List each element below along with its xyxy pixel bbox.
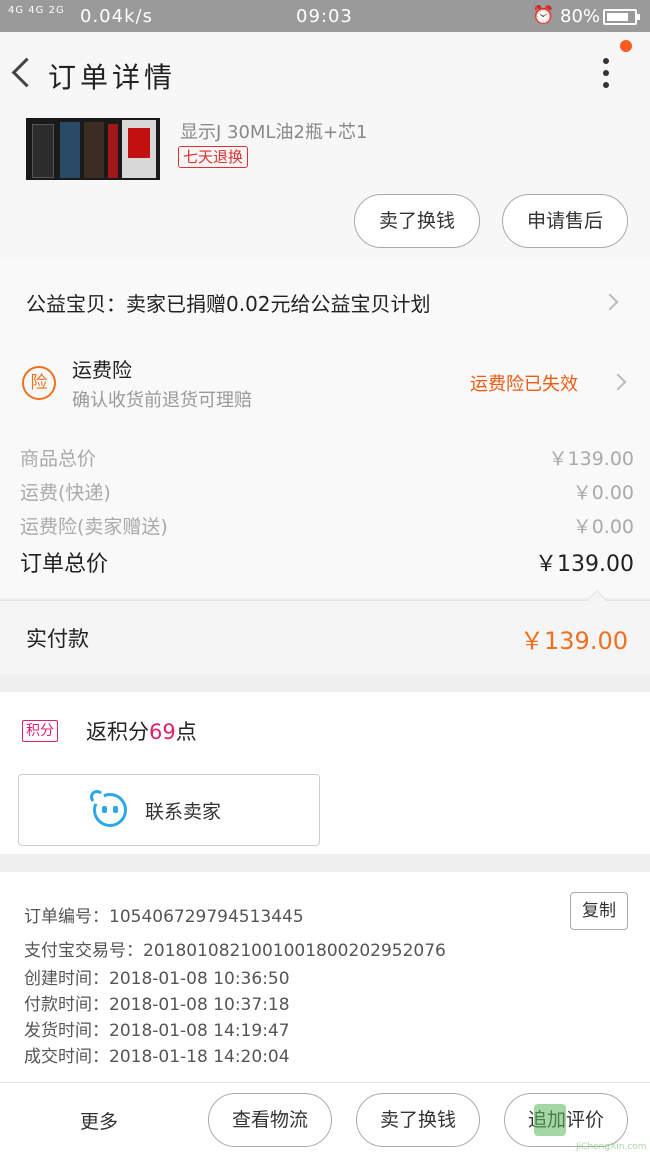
status-bar: 4G 4G 2G 0.04k/s 09:03 ⏰ 80% [0, 0, 650, 32]
points-text: 返积分69点 [86, 716, 197, 746]
return-policy-badge: 七天退换 [178, 146, 249, 168]
page-title: 订单详情 [48, 61, 177, 94]
paid-label: 实付款 [26, 627, 89, 651]
battery-icon [603, 9, 640, 25]
network-speed: 0.04k/s [80, 6, 153, 27]
more-button[interactable]: 更多 [80, 1107, 118, 1134]
chevron-right-icon[interactable] [609, 373, 627, 391]
paid-amount-section: 实付款 ￥139.00 [0, 590, 650, 674]
additional-review-button[interactable]: 追加评价 [504, 1093, 628, 1147]
copy-button[interactable]: 复制 [570, 892, 628, 930]
battery-percent: 80% [560, 6, 601, 27]
apply-after-sale-button[interactable]: 申请售后 [502, 194, 628, 248]
contact-seller-label: 联系卖家 [145, 801, 222, 823]
product-name[interactable]: 显示J 30ML油2瓶+芯1 [180, 118, 367, 144]
completed-time: 成交时间：2018-01-18 14:20:04 [24, 1047, 290, 1067]
price-label: 运费险(卖家赠送) [20, 516, 168, 538]
price-label: 商品总价 [20, 448, 97, 470]
price-value: ￥0.00 [572, 482, 634, 504]
product-section: 显示J 30ML油2瓶+芯1 七天退换 卖了换钱 申请售后 [0, 110, 650, 258]
order-total-value: ￥139.00 [535, 552, 634, 577]
notification-dot [620, 40, 632, 52]
created-time: 创建时间：2018-01-08 10:36:50 [24, 969, 290, 989]
alipay-trade-number: 支付宝交易号：2018010821001001800202952076 [24, 941, 446, 961]
sell-for-cash-button[interactable]: 卖了换钱 [356, 1093, 480, 1147]
paid-time: 付款时间：2018-01-08 10:37:18 [24, 995, 290, 1015]
points-contact-section: 积分 返积分69点 联系卖家 [0, 692, 650, 854]
view-logistics-button[interactable]: 查看物流 [208, 1093, 332, 1147]
battery-fill [607, 13, 628, 21]
app-header: 订单详情 [0, 32, 650, 120]
back-icon[interactable] [8, 54, 38, 94]
bottom-action-bar: 更多 查看物流 卖了换钱 追加评价 [0, 1082, 650, 1155]
clock: 09:03 [296, 6, 353, 27]
order-summary-section: 公益宝贝：卖家已捐赠0.02元给公益宝贝计划 险 运费险 确认收货前退货可理赔 … [0, 258, 650, 598]
insurance-icon: 险 [22, 366, 56, 400]
chevron-right-icon[interactable] [601, 293, 619, 311]
insurance-title: 运费险 [72, 358, 132, 382]
alarm-icon: ⏰ [532, 5, 555, 26]
points-prefix: 返积分 [86, 720, 149, 744]
insurance-subtitle: 确认收货前退货可理赔 [72, 390, 252, 411]
sell-for-cash-button[interactable]: 卖了换钱 [354, 194, 480, 248]
points-badge: 积分 [22, 720, 58, 742]
price-value: ￥0.00 [572, 516, 634, 538]
price-value: ￥139.00 [548, 448, 634, 470]
chat-face-icon [90, 790, 127, 827]
insurance-status[interactable]: 运费险已失效 [470, 370, 578, 396]
product-thumbnail[interactable] [26, 118, 160, 180]
paid-value: ￥139.00 [520, 627, 628, 655]
points-number: 69 [149, 720, 176, 744]
shipped-time: 发货时间：2018-01-08 14:19:47 [24, 1021, 290, 1041]
order-total-label: 订单总价 [20, 552, 109, 577]
points-suffix: 点 [175, 720, 197, 744]
order-number: 订单编号：105406729794513445 [24, 907, 304, 927]
order-info-section: 订单编号：105406729794513445 复制 支付宝交易号：201801… [0, 872, 650, 1082]
charity-note[interactable]: 公益宝贝：卖家已捐赠0.02元给公益宝贝计划 [26, 288, 431, 317]
signal-icon: 4G 4G 2G [8, 5, 65, 16]
more-options-icon[interactable] [596, 58, 616, 94]
contact-seller-button[interactable]: 联系卖家 [18, 774, 320, 846]
price-label: 运费(快递) [20, 482, 111, 504]
